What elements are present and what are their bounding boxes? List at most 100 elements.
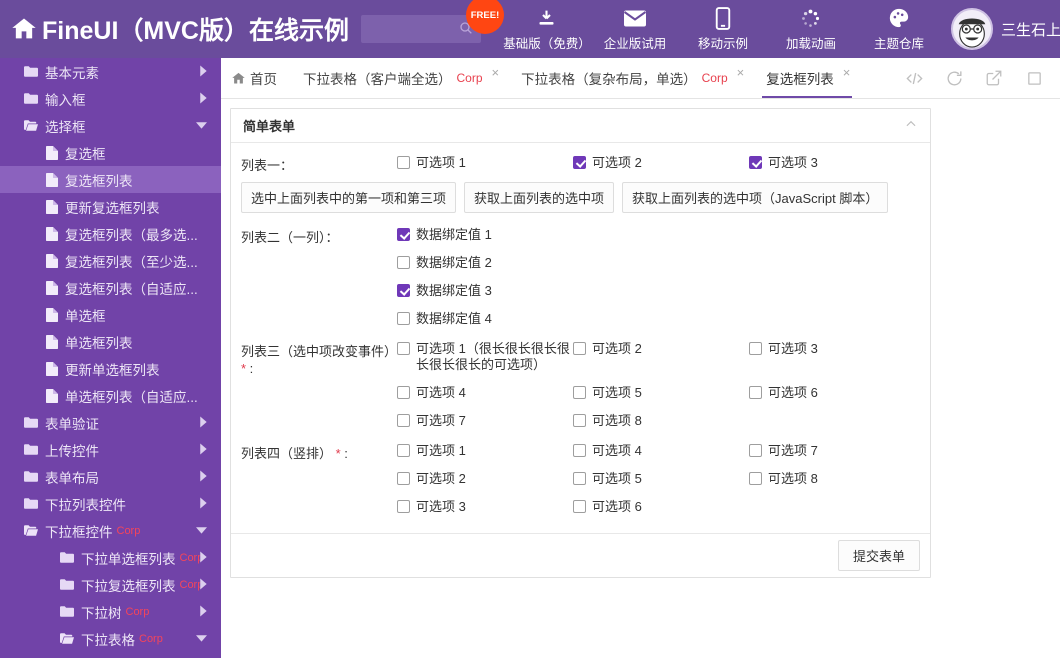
checkbox-box[interactable]: [573, 472, 586, 485]
sidebar-item-0[interactable]: 基本元素: [0, 58, 221, 85]
checkbox-list-four-1-2[interactable]: 可选项 6: [573, 499, 749, 515]
sidebar-item-14[interactable]: 上传控件: [0, 436, 221, 463]
checkbox-list-four-0-2[interactable]: 可选项 3: [397, 499, 573, 515]
home-logo-icon[interactable]: [10, 12, 38, 46]
checkbox-box[interactable]: [573, 414, 586, 427]
sidebar-item-17[interactable]: 下拉框控件 Corp: [0, 517, 221, 544]
checkbox-box[interactable]: [573, 500, 586, 513]
sidebar-item-20[interactable]: 下拉树 Corp: [0, 598, 221, 625]
checkbox-box[interactable]: [397, 342, 410, 355]
sidebar-item-2[interactable]: 选择框: [0, 112, 221, 139]
checkbox-list-four-0-1[interactable]: 可选项 2: [397, 471, 573, 487]
sidebar-item-12[interactable]: 单选框列表（自适应...: [0, 382, 221, 409]
checkbox-box[interactable]: [397, 414, 410, 427]
checkbox-list-four-2-1[interactable]: 可选项 8: [749, 471, 925, 487]
search-box[interactable]: [360, 15, 481, 43]
action-button-0[interactable]: 选中上面列表中的第一项和第三项: [241, 182, 457, 213]
checkbox-box[interactable]: [573, 386, 586, 399]
sidebar-item-11[interactable]: 更新单选框列表: [0, 355, 221, 382]
checkbox-box[interactable]: [397, 386, 410, 399]
checkbox-box[interactable]: [397, 284, 410, 297]
checkbox-list-four-2-0[interactable]: 可选项 7: [749, 443, 925, 459]
checkbox-list-one-2[interactable]: 可选项 3: [749, 155, 925, 171]
chevron-right-icon[interactable]: [199, 578, 207, 591]
checkbox-box[interactable]: [397, 228, 410, 241]
checkbox-list-three-6[interactable]: 可选项 7: [397, 413, 573, 429]
checkbox-list-four-1-0[interactable]: 可选项 4: [573, 443, 749, 459]
checkbox-box[interactable]: [397, 444, 410, 457]
checkbox-box[interactable]: [397, 156, 410, 169]
sidebar-item-9[interactable]: 单选框: [0, 301, 221, 328]
tab-0[interactable]: 首页: [221, 58, 291, 98]
checkbox-box[interactable]: [397, 256, 410, 269]
maximize-icon[interactable]: [1014, 58, 1054, 98]
checkbox-box[interactable]: [397, 472, 410, 485]
chevron-down-icon[interactable]: [196, 526, 207, 536]
checkbox-box[interactable]: [573, 444, 586, 457]
checkbox-list-two-2[interactable]: 数据绑定值 3: [397, 283, 920, 299]
close-icon[interactable]: ×: [843, 65, 851, 80]
nav-tool-basic[interactable]: 基础版（免费）: [503, 6, 591, 52]
submit-form-button[interactable]: 提交表单: [837, 540, 920, 571]
chevron-right-icon[interactable]: [199, 416, 207, 429]
sidebar-item-13[interactable]: 表单验证: [0, 409, 221, 436]
chevron-right-icon[interactable]: [199, 443, 207, 456]
checkbox-list-three-3[interactable]: 可选项 4: [397, 385, 573, 401]
sidebar-item-15[interactable]: 表单布局: [0, 463, 221, 490]
close-icon[interactable]: ×: [492, 65, 500, 80]
sidebar-item-10[interactable]: 单选框列表: [0, 328, 221, 355]
nav-tool-mobile[interactable]: 移动示例: [679, 6, 767, 52]
checkbox-list-three-4[interactable]: 可选项 5: [573, 385, 749, 401]
checkbox-box[interactable]: [397, 312, 410, 325]
tab-3[interactable]: 复选框列表 ×: [754, 58, 860, 98]
chevron-right-icon[interactable]: [199, 470, 207, 483]
sidebar-item-7[interactable]: 复选框列表（至少选...: [0, 247, 221, 274]
sidebar-item-21[interactable]: 下拉表格 Corp: [0, 625, 221, 652]
checkbox-list-three-0[interactable]: 可选项 1（很长很长很长很长很长很长的可选项）: [397, 341, 573, 373]
chevron-right-icon[interactable]: [199, 551, 207, 564]
avatar[interactable]: [950, 8, 993, 50]
checkbox-box[interactable]: [749, 444, 762, 457]
checkbox-list-four-1-1[interactable]: 可选项 5: [573, 471, 749, 487]
checkbox-list-three-1[interactable]: 可选项 2: [573, 341, 749, 373]
sidebar-item-4[interactable]: 复选框列表: [0, 166, 221, 193]
user-menu[interactable]: 三生石上 ▼: [950, 8, 1060, 50]
checkbox-list-two-3[interactable]: 数据绑定值 4: [397, 311, 920, 327]
chevron-right-icon[interactable]: [199, 92, 207, 105]
checkbox-box[interactable]: [573, 342, 586, 355]
chevron-right-icon[interactable]: [199, 497, 207, 510]
chevron-down-icon[interactable]: [196, 634, 207, 644]
checkbox-box[interactable]: [397, 500, 410, 513]
sidebar-item-5[interactable]: 更新复选框列表: [0, 193, 221, 220]
checkbox-box[interactable]: [573, 156, 586, 169]
sidebar-item-1[interactable]: 输入框: [0, 85, 221, 112]
checkbox-list-three-7[interactable]: 可选项 8: [573, 413, 749, 429]
code-icon[interactable]: [894, 58, 934, 98]
chevron-up-icon[interactable]: [904, 117, 918, 134]
sidebar[interactable]: 基本元素 输入框 选择框 复选框 复选框列表 更新复选框列表 复选框列表（最多选... 复选框…: [0, 58, 221, 658]
checkbox-list-three-5[interactable]: 可选项 6: [749, 385, 925, 401]
action-button-2[interactable]: 获取上面列表的选中项（JavaScript 脚本）: [622, 182, 889, 213]
sidebar-item-19[interactable]: 下拉复选框列表 Corp: [0, 571, 221, 598]
checkbox-list-one-0[interactable]: 可选项 1: [397, 155, 573, 171]
chevron-down-icon[interactable]: [196, 121, 207, 131]
checkbox-box[interactable]: [749, 342, 762, 355]
nav-tool-enterprise[interactable]: 企业版试用: [591, 6, 679, 52]
chevron-right-icon[interactable]: [199, 65, 207, 78]
checkbox-list-two-1[interactable]: 数据绑定值 2: [397, 255, 920, 271]
sidebar-item-18[interactable]: 下拉单选框列表 Corp: [0, 544, 221, 571]
sidebar-item-8[interactable]: 复选框列表（自适应...: [0, 274, 221, 301]
close-icon[interactable]: ×: [737, 65, 745, 80]
checkbox-list-three-2[interactable]: 可选项 3: [749, 341, 925, 373]
checkbox-box[interactable]: [749, 156, 762, 169]
tab-1[interactable]: 下拉表格（客户端全选） Corp ×: [291, 58, 509, 98]
external-link-icon[interactable]: [974, 58, 1014, 98]
refresh-icon[interactable]: [934, 58, 974, 98]
chevron-right-icon[interactable]: [199, 605, 207, 618]
checkbox-list-two-0[interactable]: 数据绑定值 1: [397, 227, 920, 243]
nav-tool-theme[interactable]: 主题仓库: [855, 6, 943, 52]
checkbox-box[interactable]: [749, 472, 762, 485]
nav-tool-loading[interactable]: 加载动画: [767, 6, 855, 52]
sidebar-item-3[interactable]: 复选框: [0, 139, 221, 166]
sidebar-item-16[interactable]: 下拉列表控件: [0, 490, 221, 517]
